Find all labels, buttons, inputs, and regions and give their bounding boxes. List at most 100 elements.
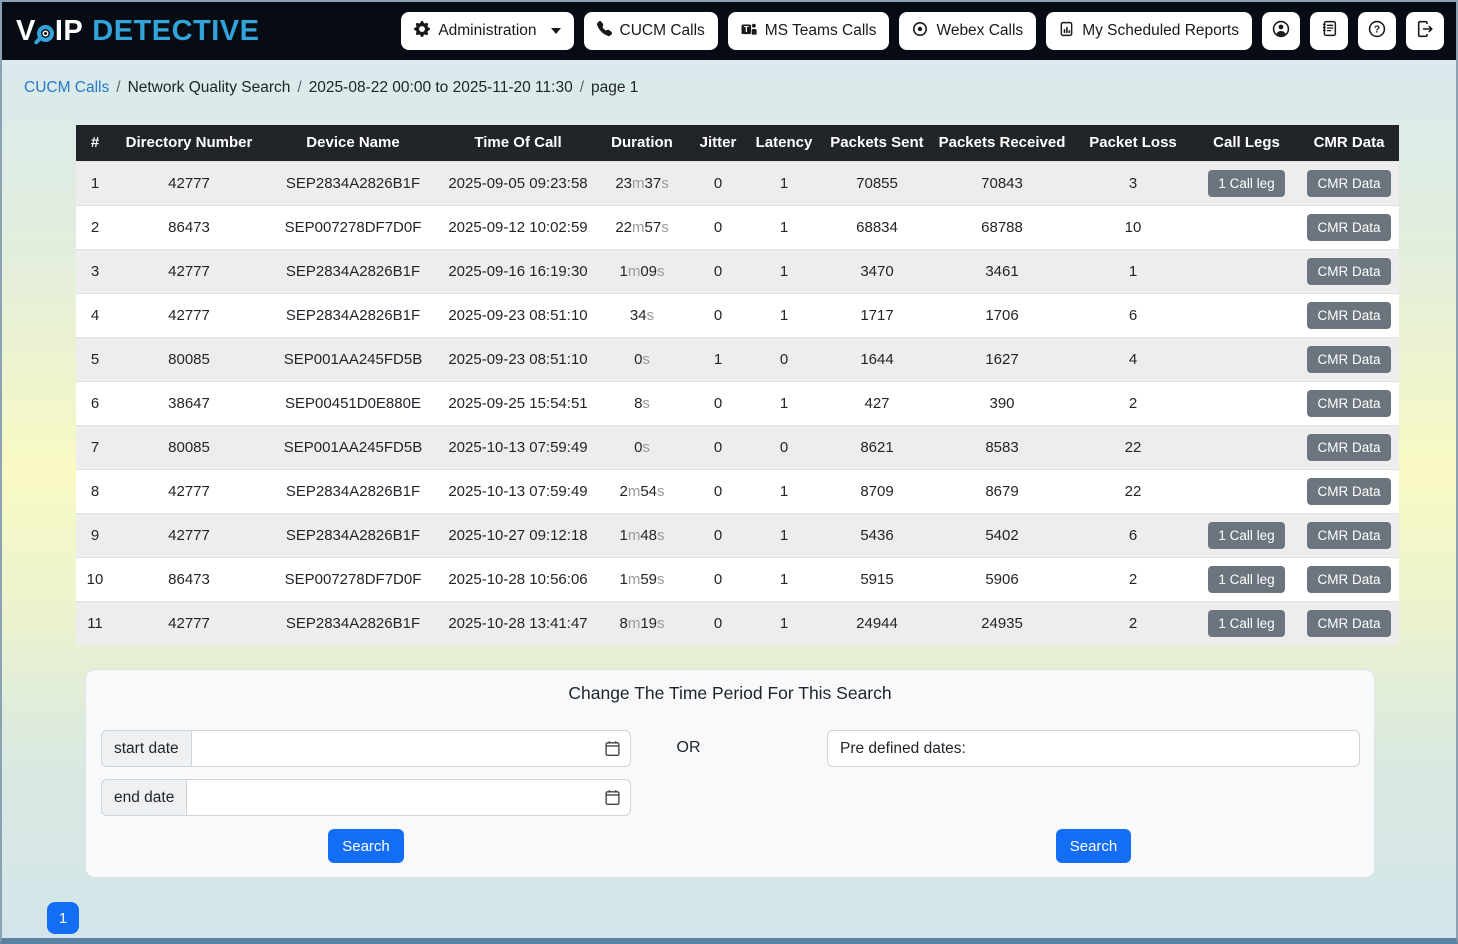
cell-device-name: SEP2834A2826B1F (264, 513, 442, 557)
calendar-icon[interactable] (604, 789, 621, 806)
cell-device-name: SEP001AA245FD5B (264, 425, 442, 469)
ms-teams-calls-button[interactable]: T MS Teams Calls (728, 12, 890, 50)
table-row: 8 42777 SEP2834A2826B1F 2025-10-13 07:59… (76, 469, 1399, 513)
cell-call-legs (1194, 293, 1299, 337)
cell-latency: 1 (746, 381, 822, 425)
breadcrumb-separator: / (297, 79, 301, 96)
logout-button[interactable] (1406, 12, 1444, 50)
cell-call-legs (1194, 249, 1299, 293)
cmr-data-button[interactable]: CMR Data (1307, 390, 1390, 417)
cell-packets-sent: 427 (822, 381, 932, 425)
account-icon (1272, 20, 1290, 43)
cell-device-name: SEP2834A2826B1F (264, 469, 442, 513)
brand-text-detective: DETECTIVE (92, 15, 259, 48)
administration-label: Administration (438, 22, 536, 40)
call-leg-button[interactable]: 1 Call leg (1208, 566, 1284, 593)
cell-directory-number: 42777 (114, 161, 264, 205)
cell-time-of-call: 2025-10-13 07:59:49 (442, 425, 594, 469)
webex-calls-button[interactable]: Webex Calls (899, 12, 1036, 50)
cell-packet-loss: 22 (1072, 469, 1194, 513)
cell-packets-sent: 1644 (822, 337, 932, 381)
cell-packets-sent: 1717 (822, 293, 932, 337)
start-date-input[interactable] (191, 730, 631, 767)
cmr-data-button[interactable]: CMR Data (1307, 522, 1390, 549)
cell-latency: 1 (746, 601, 822, 645)
table-row: 2 86473 SEP007278DF7D0F 2025-09-12 10:02… (76, 205, 1399, 249)
cmr-data-button[interactable]: CMR Data (1307, 214, 1390, 241)
cell-jitter: 0 (690, 513, 746, 557)
pagination: 1 (47, 902, 1456, 934)
cell-num: 1 (76, 161, 114, 205)
webex-calls-label: Webex Calls (936, 22, 1023, 40)
call-leg-button[interactable]: 1 Call leg (1208, 170, 1284, 197)
cell-num: 6 (76, 381, 114, 425)
cell-num: 3 (76, 249, 114, 293)
cmr-data-button[interactable]: CMR Data (1307, 478, 1390, 505)
my-scheduled-reports-button[interactable]: My Scheduled Reports (1046, 12, 1252, 50)
cell-call-legs (1194, 205, 1299, 249)
cmr-data-button[interactable]: CMR Data (1307, 258, 1390, 285)
cell-num: 10 (76, 557, 114, 601)
cell-jitter: 1 (690, 337, 746, 381)
call-leg-button[interactable]: 1 Call leg (1208, 610, 1284, 637)
header-num: # (76, 125, 114, 161)
cell-packet-loss: 6 (1072, 513, 1194, 557)
table-header: # Directory Number Device Name Time Of C… (76, 125, 1399, 161)
cell-jitter: 0 (690, 381, 746, 425)
cell-device-name: SEP2834A2826B1F (264, 249, 442, 293)
cmr-data-button[interactable]: CMR Data (1307, 302, 1390, 329)
cell-cmr-data: CMR Data (1299, 557, 1399, 601)
cell-jitter: 0 (690, 249, 746, 293)
cell-duration: 1m59s (594, 557, 690, 601)
cell-time-of-call: 2025-10-27 09:12:18 (442, 513, 594, 557)
end-date-input[interactable] (186, 779, 631, 816)
cell-packet-loss: 2 (1072, 557, 1194, 601)
table-row: 1 42777 SEP2834A2826B1F 2025-09-05 09:23… (76, 161, 1399, 205)
ms-teams-icon: T (741, 21, 757, 42)
breadcrumb-cucm-calls-link[interactable]: CUCM Calls (24, 79, 109, 96)
cell-directory-number: 42777 (114, 249, 264, 293)
cmr-data-button[interactable]: CMR Data (1307, 566, 1390, 593)
cell-directory-number: 42777 (114, 513, 264, 557)
cmr-data-button[interactable]: CMR Data (1307, 346, 1390, 373)
logout-icon (1416, 20, 1434, 43)
cell-directory-number: 86473 (114, 205, 264, 249)
cell-time-of-call: 2025-09-23 08:51:10 (442, 293, 594, 337)
cmr-data-button[interactable]: CMR Data (1307, 434, 1390, 461)
account-button[interactable] (1262, 12, 1300, 50)
call-leg-button[interactable]: 1 Call leg (1208, 522, 1284, 549)
table-row: 4 42777 SEP2834A2826B1F 2025-09-23 08:51… (76, 293, 1399, 337)
cell-cmr-data: CMR Data (1299, 161, 1399, 205)
cell-packets-received: 1627 (932, 337, 1072, 381)
cell-call-legs: 1 Call leg (1194, 161, 1299, 205)
magnifier-icon (37, 25, 54, 42)
administration-menu-button[interactable]: Administration (401, 12, 573, 50)
top-navbar: VIPDETECTIVE Administration CUCM Calls T (2, 2, 1456, 60)
breadcrumb-separator: / (116, 79, 120, 96)
cell-directory-number: 42777 (114, 293, 264, 337)
webex-icon (912, 21, 928, 42)
date-range-search-button[interactable]: Search (328, 829, 404, 863)
help-button[interactable]: ? (1358, 12, 1396, 50)
cell-cmr-data: CMR Data (1299, 293, 1399, 337)
cell-latency: 1 (746, 469, 822, 513)
voip-detective-logo[interactable]: VIPDETECTIVE (16, 15, 260, 48)
predefined-dates-select[interactable]: Pre defined dates: (827, 730, 1360, 767)
table-row: 6 38647 SEP00451D0E880E 2025-09-25 15:54… (76, 381, 1399, 425)
cmr-data-button[interactable]: CMR Data (1307, 610, 1390, 637)
cell-packets-sent: 5436 (822, 513, 932, 557)
page-1-button[interactable]: 1 (47, 902, 79, 934)
cmr-data-button[interactable]: CMR Data (1307, 170, 1390, 197)
cell-num: 5 (76, 337, 114, 381)
predefined-search-button[interactable]: Search (1056, 829, 1132, 863)
cell-packet-loss: 10 (1072, 205, 1194, 249)
journal-button[interactable] (1310, 12, 1348, 50)
cucm-calls-button[interactable]: CUCM Calls (584, 12, 718, 50)
cell-call-legs (1194, 469, 1299, 513)
phone-icon (597, 21, 612, 41)
calendar-icon[interactable] (604, 740, 621, 757)
cell-time-of-call: 2025-09-23 08:51:10 (442, 337, 594, 381)
cell-packet-loss: 2 (1072, 381, 1194, 425)
cell-device-name: SEP2834A2826B1F (264, 161, 442, 205)
cell-time-of-call: 2025-09-16 16:19:30 (442, 249, 594, 293)
